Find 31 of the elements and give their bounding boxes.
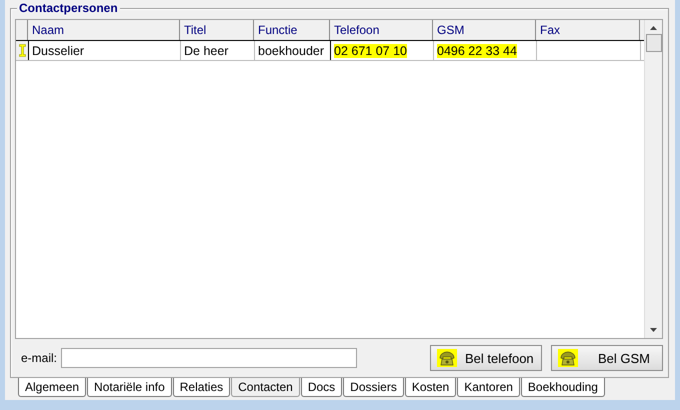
email-label: e-mail: — [21, 351, 58, 365]
table-cell: boekhouder — [258, 44, 324, 58]
group-title: Contactpersonen — [17, 1, 120, 15]
tab[interactable]: Contacten — [231, 378, 300, 397]
column-header[interactable]: GSM — [433, 20, 536, 40]
tab[interactable]: Kosten — [404, 378, 456, 397]
column-header[interactable]: Fax — [536, 20, 640, 40]
call-button[interactable]: Bel telefoon — [430, 345, 542, 371]
tab[interactable]: Kantoren — [457, 378, 520, 397]
phone-icon — [558, 349, 578, 367]
table-cell: 0496 22 33 44 — [437, 44, 517, 58]
call-button[interactable]: Bel GSM — [551, 345, 663, 371]
scroll-up-icon[interactable] — [650, 26, 657, 30]
column-header[interactable]: Telefoon — [330, 20, 433, 40]
tab[interactable]: Notariële info — [87, 378, 172, 397]
column-header[interactable]: Naam — [28, 20, 180, 40]
column-header[interactable]: Functie — [254, 20, 330, 40]
tab[interactable]: Algemeen — [18, 378, 86, 397]
column-header[interactable]: Titel — [180, 20, 254, 40]
phone-icon — [437, 349, 457, 367]
tab[interactable]: Docs — [300, 378, 342, 397]
tab[interactable]: Relaties — [172, 378, 230, 397]
scroll-thumb[interactable] — [646, 34, 662, 52]
tab[interactable]: Dossiers — [343, 378, 404, 397]
tab[interactable]: Boekhouding — [520, 378, 605, 397]
table-cell: De heer — [184, 44, 228, 58]
email-field[interactable] — [61, 348, 358, 368]
scroll-down-icon[interactable] — [650, 328, 657, 332]
table-cell: Dusselier — [32, 44, 84, 58]
table-cell: 02 671 07 10 — [334, 44, 407, 58]
scrollbar[interactable] — [644, 20, 662, 338]
